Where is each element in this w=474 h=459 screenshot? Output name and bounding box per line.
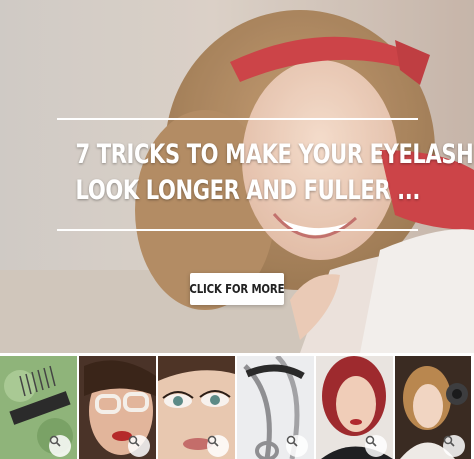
article-title[interactable]: 7 TRICKS TO MAKE YOUR EYELASHES LOOK LON… (75, 137, 474, 209)
zoom-icon[interactable] (49, 435, 71, 457)
title-line-1: 7 TRICKS TO MAKE YOUR EYELASHES (75, 139, 474, 170)
thumbnail-strip (0, 356, 474, 459)
cta-label: CLICK FOR MORE (189, 282, 285, 296)
thumbnail-eye-closeup[interactable] (158, 356, 235, 459)
title-rule-bottom (57, 229, 418, 231)
zoom-icon[interactable] (207, 435, 229, 457)
click-for-more-button[interactable]: CLICK FOR MORE (189, 273, 285, 305)
zoom-icon[interactable] (128, 435, 150, 457)
title-rule-top (57, 118, 418, 120)
thumbnail-eyelash-curler[interactable] (237, 356, 314, 459)
zoom-icon[interactable] (365, 435, 387, 457)
thumbnail-makeup-artist[interactable] (395, 356, 471, 459)
zoom-icon[interactable] (286, 435, 308, 457)
title-line-2: LOOK LONGER AND FULLER ... (75, 175, 421, 206)
thumbnail-woman-glasses[interactable] (79, 356, 156, 459)
zoom-icon[interactable] (443, 435, 465, 457)
thumbnail-lash-comb[interactable] (0, 356, 77, 459)
thumbnail-red-hair-woman[interactable] (316, 356, 393, 459)
hero-banner[interactable]: 7 TRICKS TO MAKE YOUR EYELASHES LOOK LON… (0, 0, 474, 353)
